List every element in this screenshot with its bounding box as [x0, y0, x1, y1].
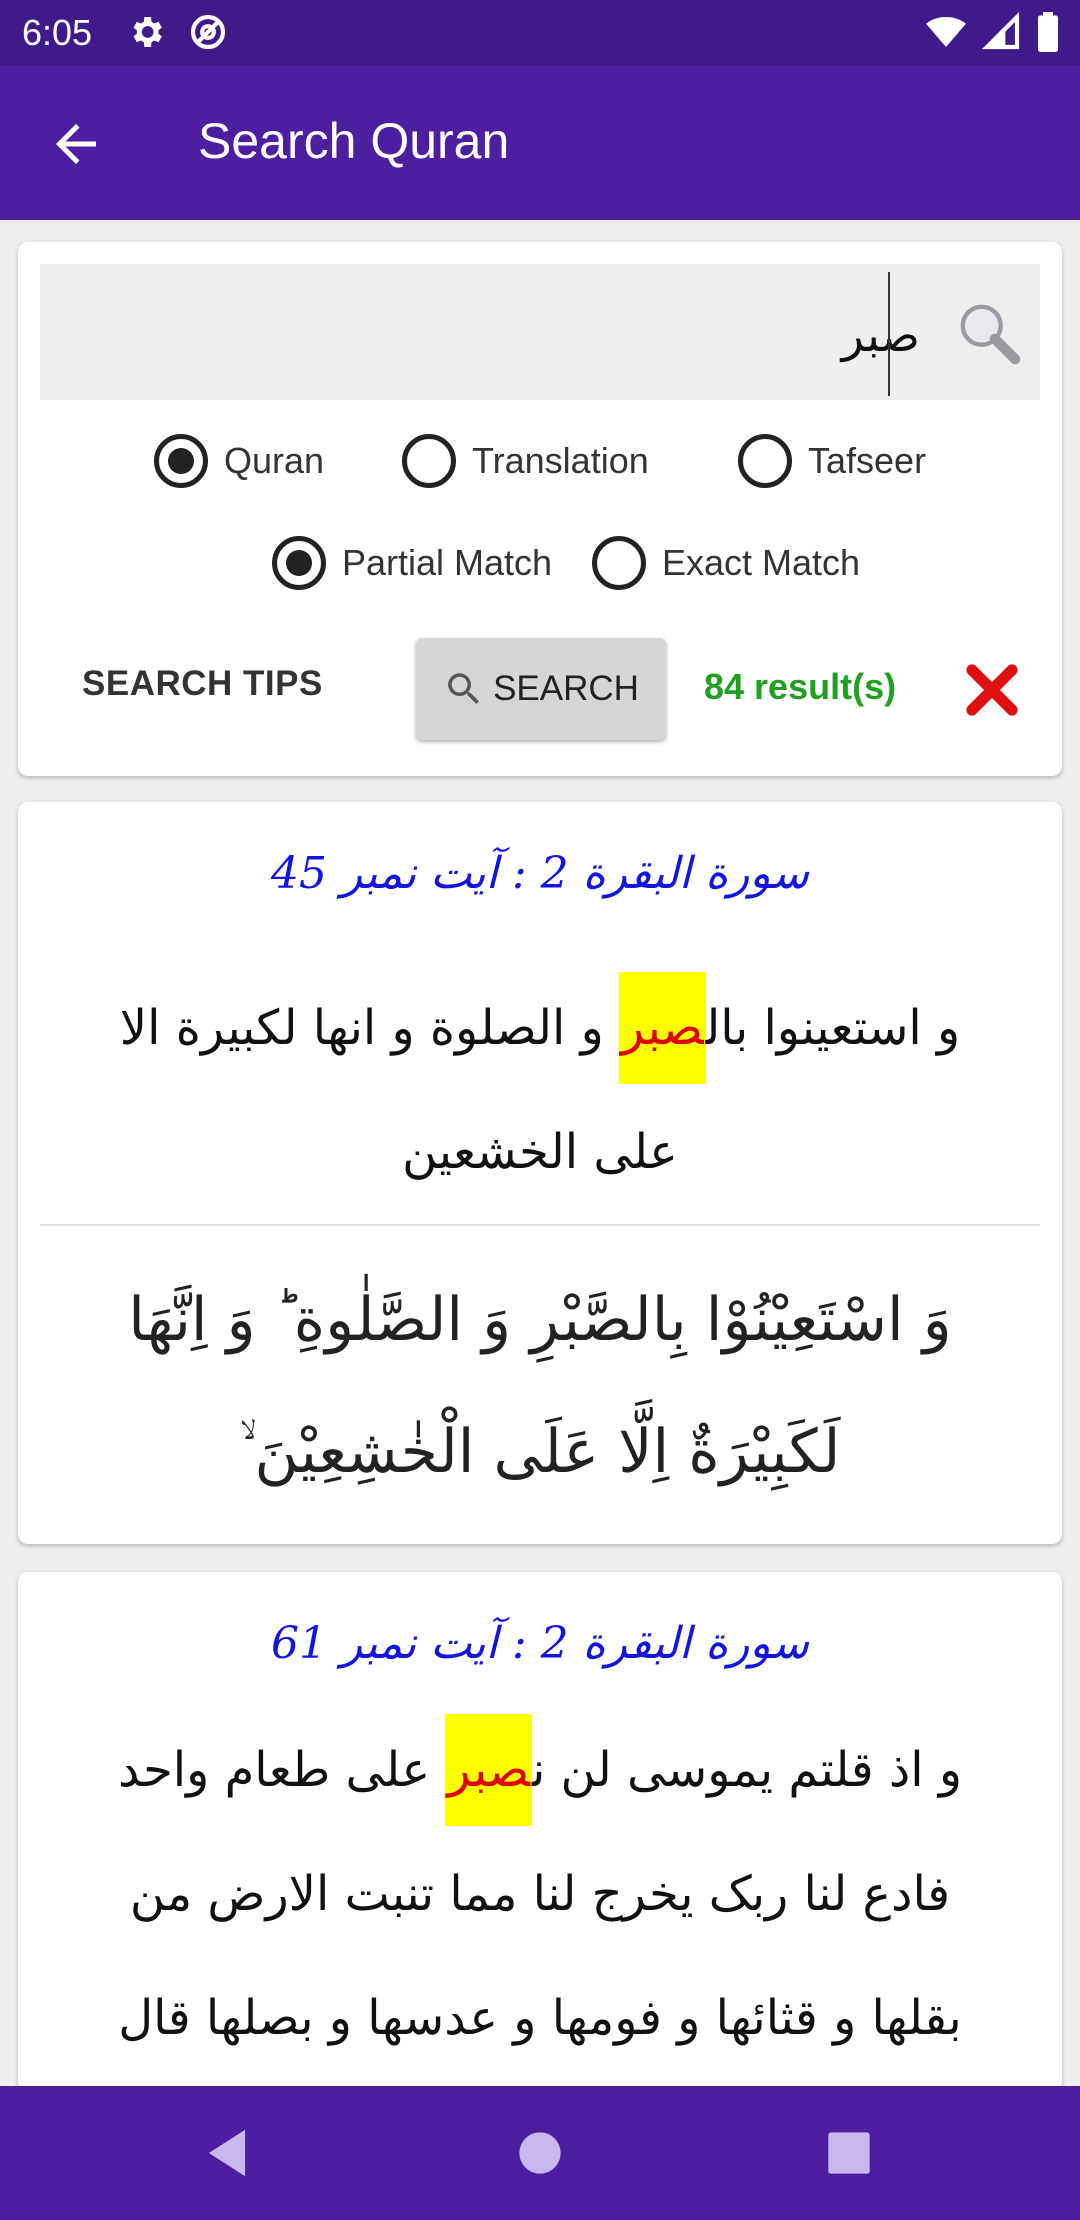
- urdu-text-after: و الصلوة و انها لکبیرة الا علی الخشعین: [119, 1000, 678, 1180]
- ayah-reference: سورة البقرة 2 : آیت نمبر 45: [270, 848, 810, 899]
- radio-quran-button[interactable]: [154, 434, 208, 488]
- highlighted-match: صبر: [445, 1714, 532, 1826]
- radio-translation-label: Translation: [472, 440, 649, 481]
- radio-exact-match-button[interactable]: [592, 536, 646, 590]
- nav-recents-icon[interactable]: [818, 2122, 880, 2184]
- radio-translation-button[interactable]: [402, 434, 456, 488]
- radio-exact-match-label: Exact Match: [662, 542, 861, 583]
- radio-partial-match-button[interactable]: [272, 536, 326, 590]
- clear-icon[interactable]: [962, 660, 1022, 720]
- urdu-text: و اذ قلتم یموسی لن نصبر علی طعام واحد فا…: [78, 1708, 1002, 2092]
- search-input[interactable]: صبر: [40, 264, 1040, 400]
- divider: [40, 1224, 1040, 1226]
- radio-partial-match[interactable]: Partial Match: [272, 536, 552, 590]
- page-title: Search Quran: [198, 113, 510, 169]
- nav-home-icon[interactable]: [509, 2122, 571, 2184]
- battery-icon: [1038, 12, 1058, 52]
- at-sign-icon: [190, 14, 226, 50]
- wifi-icon: [926, 17, 966, 47]
- text-caret: [888, 272, 890, 396]
- ayah-reference: سورة البقرة 2 : آیت نمبر 61: [270, 1618, 810, 1669]
- result-card[interactable]: سورة البقرة 2 : آیت نمبر 61 و اذ قلتم یم…: [18, 1572, 1062, 2092]
- urdu-text-before: و اذ قلتم یموسی لن ن: [531, 1742, 963, 1798]
- status-bar: 6:05: [0, 0, 1080, 66]
- magnifier-icon: [960, 304, 1021, 365]
- result-count: 84 result(s): [704, 666, 897, 707]
- search-query: صبر: [841, 308, 920, 362]
- search-button-label: SEARCH: [493, 669, 639, 708]
- radio-quran-label: Quran: [224, 440, 325, 481]
- radio-tafseer[interactable]: Tafseer: [738, 434, 926, 488]
- app-bar: Search Quran: [0, 66, 1080, 220]
- back-arrow-icon[interactable]: [46, 114, 106, 174]
- search-tips-button[interactable]: SEARCH TIPS: [82, 664, 323, 704]
- radio-tafseer-label: Tafseer: [808, 440, 927, 481]
- radio-quran[interactable]: Quran: [154, 434, 324, 488]
- radio-exact-match[interactable]: Exact Match: [592, 536, 860, 590]
- urdu-text: و استعینوا بالصبر و الصلوة و انها لکبیرة…: [78, 966, 1002, 1214]
- highlighted-match: صبر: [619, 972, 706, 1084]
- search-button[interactable]: SEARCH: [416, 638, 666, 740]
- radio-tafseer-button[interactable]: [738, 434, 792, 488]
- nav-back-icon[interactable]: [196, 2122, 258, 2184]
- signal-icon: [982, 12, 1020, 50]
- search-card: صبر Quran Translation Tafseer Partial Ma…: [18, 242, 1062, 776]
- navigation-bar: [0, 2086, 1080, 2220]
- search-icon: [448, 673, 479, 704]
- arabic-ayah-text: وَ اسْتَعِيْنُوْا بِالصَّبْرِ وَ الصَّلٰ…: [128, 1285, 952, 1487]
- urdu-text-before: و استعینوا بال: [705, 1000, 961, 1056]
- radio-translation[interactable]: Translation: [402, 434, 649, 488]
- result-card[interactable]: سورة البقرة 2 : آیت نمبر 45 و استعینوا ب…: [18, 802, 1062, 1544]
- status-time: 6:05: [22, 12, 93, 53]
- gear-icon: [133, 17, 162, 47]
- radio-partial-match-label: Partial Match: [342, 542, 553, 583]
